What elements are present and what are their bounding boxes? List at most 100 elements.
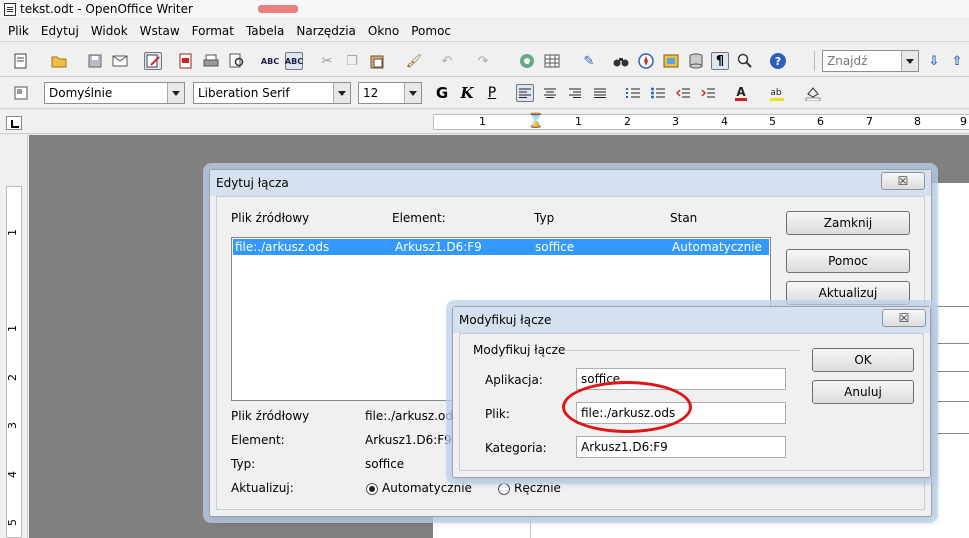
font-name-arrow[interactable] (333, 83, 350, 103)
close-icon[interactable]: ☒ (881, 172, 925, 190)
search-dropdown-arrow[interactable] (901, 51, 918, 71)
menu-edytuj[interactable]: Edytuj (35, 24, 85, 38)
gallery-icon[interactable] (662, 52, 680, 70)
find-next-icon[interactable]: ⇩ (925, 52, 943, 70)
menu-narzedzia[interactable]: Narzędzia (290, 24, 362, 38)
font-name-value: Liberation Serif (198, 86, 290, 100)
ruler-v-mark: 3 (6, 422, 19, 429)
underline-button[interactable]: P (483, 84, 501, 102)
menu-plik[interactable]: Plik (2, 24, 35, 38)
help-button[interactable]: Pomoc (786, 249, 910, 273)
paragraph-style-select[interactable]: Domyślnie (44, 82, 185, 104)
menu-format[interactable]: Format (186, 24, 240, 38)
standard-toolbar: ABC ABC ✂ ❐ 🖌 ↶ ↷ ✎ ¶ ? Znajdź ⇩ ⇧ (0, 45, 969, 77)
manual-update-radio[interactable] (498, 483, 510, 495)
writer-app-icon (4, 2, 16, 16)
ruler-h-mark: 8 (914, 115, 921, 128)
highlight-icon[interactable]: ab (768, 84, 786, 102)
background-color-icon[interactable] (804, 84, 822, 102)
update-button[interactable]: Aktualizuj (786, 281, 910, 305)
copy-icon[interactable]: ❐ (343, 52, 361, 70)
menu-pomoc[interactable]: Pomoc (405, 24, 457, 38)
vertical-ruler-scale (6, 186, 22, 538)
justify-icon[interactable] (591, 84, 609, 102)
find-replace-icon[interactable] (612, 52, 630, 70)
new-document-icon[interactable] (12, 52, 30, 70)
bold-button[interactable]: G (433, 84, 451, 102)
highlight-annotation (562, 381, 692, 433)
draw-functions-icon[interactable]: ✎ (580, 52, 598, 70)
font-size-value: 12 (363, 86, 379, 100)
help-icon[interactable]: ? (769, 52, 787, 70)
tab-stop-type-icon[interactable] (6, 116, 22, 130)
font-color-icon[interactable]: A (732, 84, 750, 102)
search-input[interactable]: Znajdź (822, 50, 919, 72)
numbering-icon[interactable] (624, 84, 642, 102)
update-label: Aktualizuj: (231, 481, 294, 495)
increase-indent-icon[interactable] (699, 84, 717, 102)
close-icon[interactable]: ☒ (882, 309, 926, 327)
ruler-h-mark: 9 (960, 115, 967, 128)
edit-links-titlebar: Edytuj łącza (210, 170, 931, 196)
menu-wstaw[interactable]: Wstaw (134, 24, 186, 38)
decrease-indent-icon[interactable] (674, 84, 692, 102)
paste-icon[interactable] (368, 52, 386, 70)
ruler-v-mark: 1 (6, 325, 19, 332)
cancel-button[interactable]: Anuluj (812, 380, 914, 404)
ok-button[interactable]: OK (812, 348, 914, 372)
find-previous-icon[interactable]: ⇧ (948, 52, 966, 70)
modify-link-dialog: Modyfikuj łącze ☒ Modyfikuj łącze Aplika… (452, 306, 931, 478)
table-row[interactable]: file:./arkusz.ods Arkusz1.D6:F9 soffice … (233, 239, 769, 255)
menu-tabela[interactable]: Tabela (240, 24, 290, 38)
print-preview-icon[interactable] (228, 52, 246, 70)
ruler-h-mark: 4 (721, 115, 728, 128)
detail-source-value: file:./arkusz.ods (365, 409, 460, 423)
detail-type-label: Typ: (231, 457, 256, 471)
align-left-icon[interactable] (516, 84, 534, 102)
redo-icon[interactable]: ↷ (474, 52, 492, 70)
table-icon[interactable] (543, 52, 561, 70)
align-center-icon[interactable] (541, 84, 559, 102)
paragraph-style-arrow[interactable] (167, 83, 184, 103)
format-paintbrush-icon[interactable]: 🖌 (405, 52, 423, 70)
auto-update-radio[interactable] (366, 483, 378, 495)
category-value: Arkusz1.D6:F9 (581, 440, 668, 454)
search-placeholder: Znajdź (827, 54, 868, 68)
open-folder-icon[interactable] (50, 52, 68, 70)
zoom-icon[interactable] (736, 52, 754, 70)
autospellcheck-icon[interactable]: ABC (285, 52, 303, 70)
row-type: soffice (535, 240, 575, 254)
edit-mode-icon[interactable] (144, 52, 162, 70)
navigator-icon[interactable] (637, 52, 655, 70)
cut-icon[interactable]: ✂ (318, 52, 336, 70)
column-source: Plik źródłowy (231, 211, 310, 225)
hyperlink-icon[interactable] (518, 52, 536, 70)
category-field[interactable]: Arkusz1.D6:F9 (576, 436, 786, 458)
column-type: Typ (534, 211, 555, 225)
formatting-marks-icon[interactable]: ¶ (711, 52, 729, 70)
font-size-select[interactable]: 12 (358, 82, 422, 104)
data-sources-icon[interactable] (687, 52, 705, 70)
column-state: Stan (670, 211, 698, 225)
modify-link-body: Modyfikuj łącze Aplikacja: soffice Plik:… (459, 333, 924, 471)
email-icon[interactable] (111, 52, 129, 70)
modify-group-label: Modyfikuj łącze (473, 343, 566, 357)
bullets-icon[interactable] (649, 84, 667, 102)
save-icon[interactable] (86, 52, 104, 70)
print-icon[interactable] (202, 52, 220, 70)
font-name-select[interactable]: Liberation Serif (193, 82, 351, 104)
menu-widok[interactable]: Widok (85, 24, 134, 38)
menu-okno[interactable]: Okno (362, 24, 405, 38)
styles-formatting-icon[interactable] (12, 84, 30, 102)
align-right-icon[interactable] (566, 84, 584, 102)
close-button[interactable]: Zamknij (786, 211, 910, 235)
font-size-arrow[interactable] (404, 83, 421, 103)
italic-button[interactable]: K (458, 84, 476, 102)
svg-text:?: ? (775, 55, 781, 68)
undo-icon[interactable]: ↶ (438, 52, 456, 70)
row-state: Automatycznie (672, 240, 762, 254)
indent-marker-icon[interactable]: ⌛ (527, 113, 544, 129)
export-pdf-icon[interactable] (177, 52, 195, 70)
ruler-v-mark: 2 (6, 374, 19, 381)
spellcheck-icon[interactable]: ABC (261, 52, 279, 70)
